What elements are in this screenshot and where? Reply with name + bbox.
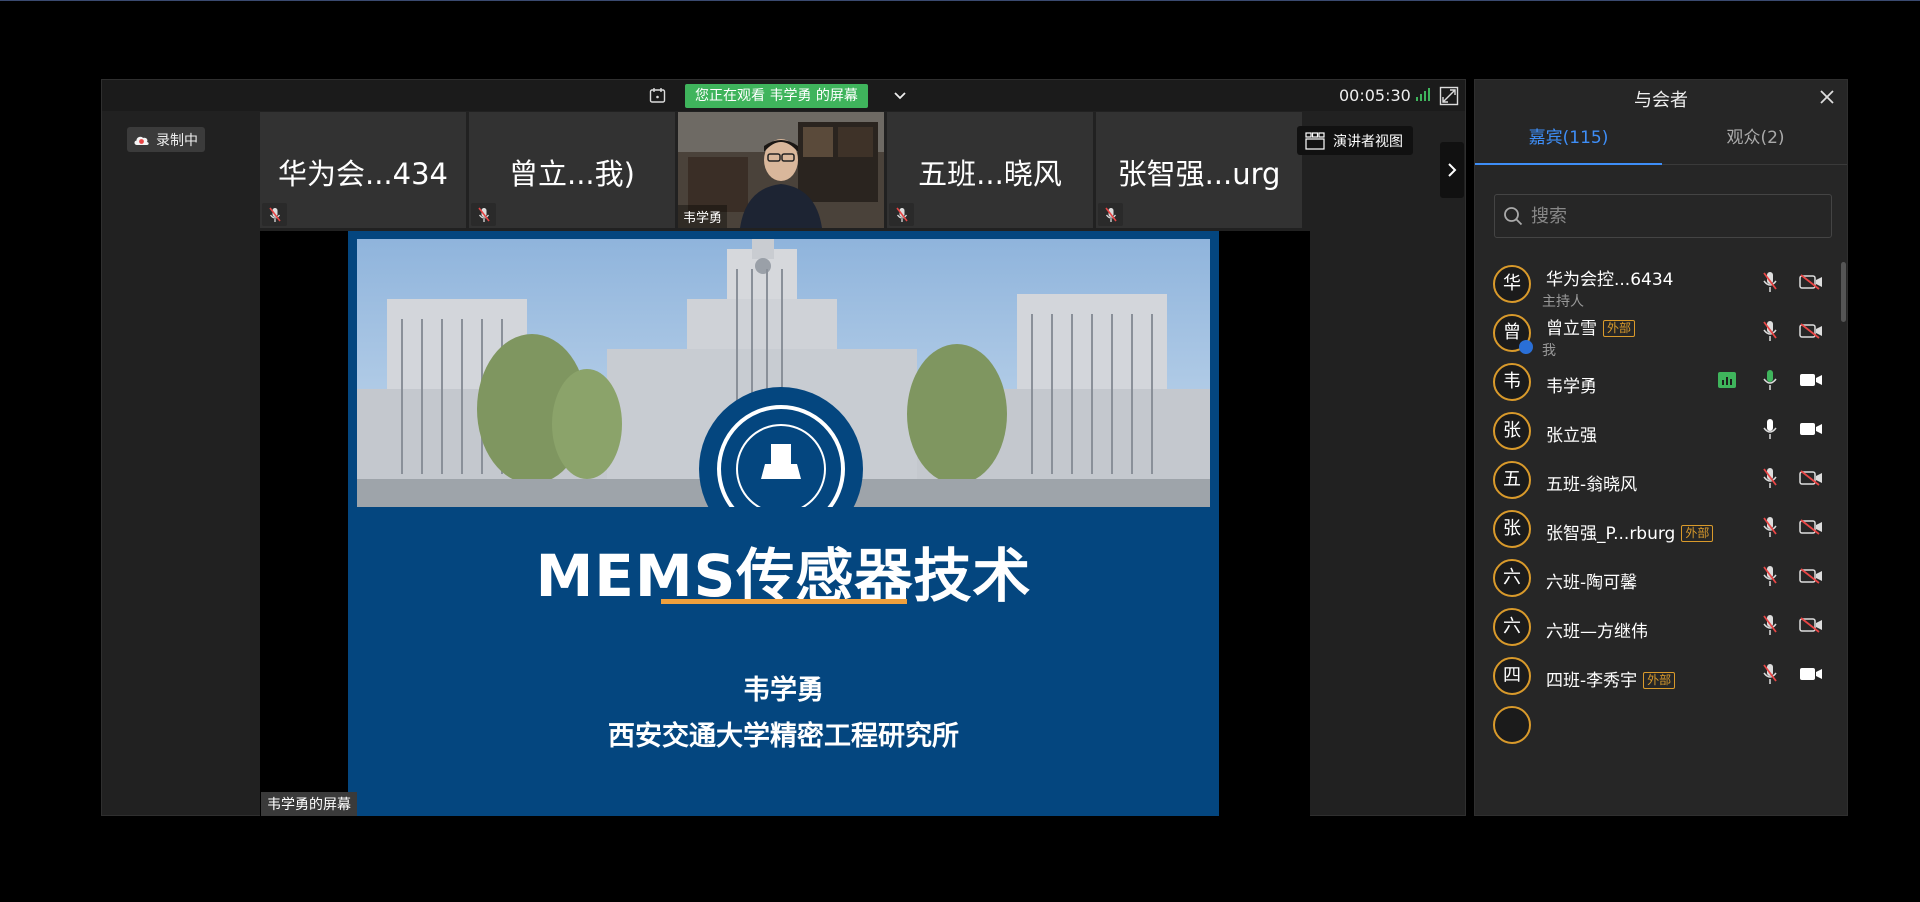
presenter-view-label: 演讲者视图 [1333, 133, 1403, 150]
search-box[interactable] [1494, 194, 1832, 238]
tab-audience[interactable]: 观众(2) [1662, 111, 1849, 165]
recording-label: 录制中 [156, 132, 198, 149]
participant-name-text: 曾立雪 [1546, 319, 1597, 339]
search-input[interactable] [1531, 205, 1811, 227]
participant-name: 曾立雪 外部 [1546, 314, 1636, 339]
participant-tabs: 嘉宾(115) 观众(2) [1475, 111, 1847, 165]
muted-mic-icon[interactable] [1762, 614, 1778, 636]
muted-mic-icon[interactable] [1762, 467, 1778, 489]
camera-off-icon[interactable] [1799, 617, 1823, 633]
muted-mic-icon [1098, 203, 1123, 226]
fullscreen-icon[interactable] [1439, 86, 1459, 106]
slide-author: 韦学勇 [743, 675, 824, 706]
participant-name: 张智强_P...rburg 外部 [1546, 519, 1714, 544]
participant-name: 张立强 [1546, 426, 1597, 446]
shared-screen-area[interactable]: MEMS传感器技术 韦学勇 西安交通大学精密工程研究所 韦学勇的屏幕 [260, 231, 1310, 816]
close-icon[interactable] [1819, 89, 1835, 105]
panel-title: 与会者 [1634, 90, 1688, 111]
avatar: 六 [1493, 608, 1531, 646]
shared-screen-label: 韦学勇的屏幕 [261, 792, 357, 816]
avatar: 六 [1493, 559, 1531, 597]
chevron-right-icon [1448, 163, 1457, 177]
participant-list-scrollbar[interactable] [1841, 262, 1846, 322]
muted-mic-icon[interactable] [1762, 320, 1778, 342]
thumbnail-name: 张智强...urg [1117, 157, 1281, 191]
external-tag: 外部 [1603, 320, 1636, 337]
muted-mic-icon [262, 203, 287, 226]
muted-mic-icon [471, 203, 496, 226]
layout-grid-icon [1305, 131, 1325, 150]
avatar: 韦 [1493, 363, 1531, 401]
thumbnail-participant[interactable]: 曾立...我) [469, 112, 675, 228]
mic-on-icon[interactable] [1762, 418, 1778, 440]
participants-panel: 与会者 嘉宾(115) 观众(2) 华 华为会控...6434 主持人 曾 曾立… [1474, 79, 1848, 816]
avatar: 华 [1493, 265, 1531, 303]
camera-on-icon[interactable] [1799, 666, 1823, 682]
participant-name: 六班-陶可馨 [1546, 573, 1638, 593]
thumbnail-name: 华为会...434 [277, 157, 448, 191]
camera-off-icon[interactable] [1799, 323, 1823, 339]
signal-strength-icon [1416, 88, 1430, 101]
chevron-down-icon[interactable] [892, 88, 908, 104]
muted-mic-icon[interactable] [1762, 663, 1778, 685]
tab-guests[interactable]: 嘉宾(115) [1475, 111, 1662, 165]
camera-off-icon[interactable] [1799, 519, 1823, 535]
campus-building-photo [357, 239, 1210, 507]
muted-mic-icon[interactable] [1762, 565, 1778, 587]
thumbnail-participant[interactable]: 张智强...urg [1096, 112, 1302, 228]
next-thumbnails-button[interactable] [1440, 142, 1464, 198]
participant-name-text: 张智强_P...rburg [1546, 524, 1676, 544]
muted-mic-icon[interactable] [1762, 271, 1778, 293]
search-icon [1504, 207, 1523, 226]
meeting-main-window: 您正在观看 韦学勇 的屏幕 00:05:30 录制中 华为会...434 曾立.… [101, 79, 1466, 816]
camera-off-icon[interactable] [1799, 274, 1823, 290]
presenter-view-button[interactable]: 演讲者视图 [1297, 126, 1413, 155]
camera-on-icon[interactable] [1799, 421, 1823, 437]
participant-name: 五班-翁晓风 [1546, 475, 1638, 495]
external-tag: 外部 [1643, 672, 1676, 689]
muted-mic-icon[interactable] [1762, 516, 1778, 538]
participant-name: 六班—方继伟 [1546, 622, 1648, 642]
cloud-record-icon [134, 136, 149, 145]
slide-institution: 西安交通大学精密工程研究所 [608, 721, 959, 752]
avatar: 五 [1493, 461, 1531, 499]
avatar: 张 [1493, 412, 1531, 450]
thumbnail-name: 五班...晓风 [918, 157, 1062, 191]
avatar: 四 [1493, 657, 1531, 695]
camera-off-icon[interactable] [1799, 568, 1823, 584]
screen-share-icon [1718, 372, 1736, 388]
watching-screen-badge: 您正在观看 韦学勇 的屏幕 [685, 84, 868, 108]
participant-name-text: 四班-李秀宇 [1546, 671, 1638, 691]
external-tag: 外部 [1681, 525, 1714, 542]
camera-off-icon[interactable] [1799, 470, 1823, 486]
avatar [1493, 706, 1531, 744]
self-badge-icon [1519, 340, 1533, 354]
muted-mic-icon [889, 203, 914, 226]
meeting-timer: 00:05:30 [1339, 86, 1411, 105]
participant-name: 韦学勇 [1546, 377, 1597, 397]
video-name-label: 韦学勇 [678, 205, 728, 228]
thumbnail-name: 曾立...我) [509, 157, 635, 191]
meeting-titlebar: 您正在观看 韦学勇 的屏幕 00:05:30 [102, 80, 1465, 111]
slide-title-underline [661, 599, 907, 604]
recording-badge[interactable]: 录制中 [127, 127, 205, 152]
participant-row[interactable] [1475, 696, 1835, 756]
participant-name: 四班-李秀宇 外部 [1546, 666, 1676, 691]
thumbnail-participant[interactable]: 五班...晓风 [887, 112, 1093, 228]
participant-name: 华为会控...6434 [1546, 270, 1674, 290]
participant-list: 华 华为会控...6434 主持人 曾 曾立雪外部 我 韦 韦学勇 张 张立强 [1475, 255, 1847, 815]
video-thumbnail-strip: 华为会...434 曾立...我) 韦学勇 五班...晓风 张智强...urg [260, 112, 1310, 228]
thumbnail-speaker-video[interactable]: 韦学勇 [678, 112, 884, 228]
calendar-icon[interactable] [649, 87, 666, 104]
presentation-slide: MEMS传感器技术 韦学勇 西安交通大学精密工程研究所 [348, 231, 1219, 816]
camera-on-icon[interactable] [1799, 372, 1823, 388]
top-edge-line [0, 0, 1920, 1]
thumbnail-participant[interactable]: 华为会...434 [260, 112, 466, 228]
mic-active-icon[interactable] [1762, 369, 1778, 391]
avatar: 张 [1493, 510, 1531, 548]
